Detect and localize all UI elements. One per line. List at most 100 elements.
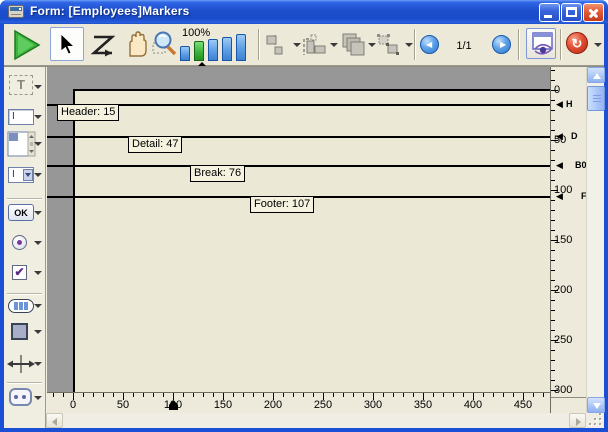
vertical-ruler-end-line bbox=[551, 397, 586, 398]
vertical-ruler: 050100150200250300◀H◀D◀B0◀F bbox=[550, 67, 586, 413]
vertical-scrollbar[interactable] bbox=[586, 67, 604, 414]
marker-label-break[interactable]: Break: 76 bbox=[190, 165, 245, 182]
form-area[interactable] bbox=[73, 89, 550, 392]
palette-buttongrid-tool[interactable] bbox=[4, 299, 45, 325]
v-ruler-tick bbox=[551, 330, 555, 331]
button-tool-dropdown-arrow[interactable] bbox=[34, 211, 42, 215]
splitter-tool-dropdown-arrow[interactable] bbox=[34, 362, 42, 366]
palette-checkbox-tool[interactable]: ✔ bbox=[4, 265, 45, 291]
radio-tool-dropdown-arrow[interactable] bbox=[34, 241, 42, 245]
resize-grip[interactable] bbox=[586, 413, 604, 428]
h-ruler-tick bbox=[263, 393, 264, 397]
v-ruler-tick bbox=[551, 320, 555, 321]
h-ruler-number: 300 bbox=[358, 399, 388, 411]
vertical-scrollbar-thumb[interactable] bbox=[587, 86, 605, 111]
plugin-tool-icon bbox=[9, 388, 32, 406]
h-ruler-tick bbox=[103, 393, 104, 397]
page-indicator: 1/1 bbox=[442, 40, 486, 52]
palette-rectangle-tool[interactable] bbox=[4, 323, 45, 349]
minimize-button[interactable] bbox=[539, 3, 560, 22]
zoom-100-bar-selected[interactable] bbox=[194, 41, 204, 61]
resize-tool-button[interactable] bbox=[376, 33, 402, 57]
rectangle-tool-dropdown-arrow[interactable] bbox=[34, 330, 42, 334]
palette-splitter-tool[interactable] bbox=[4, 355, 45, 381]
palette-listbox-tool[interactable] bbox=[4, 131, 45, 161]
pointer-tool-button[interactable] bbox=[50, 27, 84, 61]
duplicate-layers-tool-button[interactable] bbox=[340, 32, 366, 58]
preview-button[interactable] bbox=[526, 28, 556, 59]
entry-order-tool-button[interactable] bbox=[90, 30, 120, 60]
align-tool-button[interactable] bbox=[265, 33, 289, 57]
plugin-tool-dropdown-arrow[interactable] bbox=[34, 396, 42, 400]
field-tool-icon: I bbox=[8, 109, 34, 125]
distribute-dropdown-arrow[interactable] bbox=[330, 43, 338, 47]
v-ruler-tick bbox=[551, 80, 555, 81]
zoom-400-bar[interactable] bbox=[222, 37, 232, 61]
buttongrid-tool-dropdown-arrow[interactable] bbox=[34, 304, 42, 308]
v-ruler-number: 150 bbox=[554, 234, 572, 246]
field-tool-dropdown-arrow[interactable] bbox=[34, 115, 42, 119]
toolbar: 100% bbox=[4, 24, 604, 66]
pan-hand-tool-button[interactable] bbox=[122, 30, 152, 60]
marker-label-footer[interactable]: Footer: 107 bbox=[250, 196, 314, 213]
resize-dropdown-arrow[interactable] bbox=[405, 43, 413, 47]
h-ruler-tick bbox=[233, 393, 234, 397]
text-tool-dropdown-arrow[interactable] bbox=[34, 85, 42, 89]
palette-separator bbox=[7, 293, 42, 295]
listbox-tool-dropdown-arrow[interactable] bbox=[34, 142, 42, 146]
palette-radio-tool[interactable] bbox=[4, 235, 45, 261]
v-ruler-marker-arrow-footer[interactable]: ◀ bbox=[556, 192, 563, 201]
marker-line-header[interactable] bbox=[47, 104, 550, 106]
marker-label-detail[interactable]: Detail: 47 bbox=[128, 136, 182, 153]
horizontal-scrollbar[interactable] bbox=[46, 413, 586, 428]
marker-line-detail[interactable] bbox=[47, 136, 550, 138]
toolbar-separator bbox=[414, 29, 416, 60]
close-button[interactable] bbox=[583, 3, 604, 22]
scroll-up-button[interactable] bbox=[587, 67, 605, 83]
marker-line-break[interactable] bbox=[47, 165, 550, 167]
palette-combobox-tool[interactable]: I bbox=[4, 167, 45, 193]
v-ruler-marker-tag-header: H bbox=[566, 99, 573, 109]
checkbox-tool-dropdown-arrow[interactable] bbox=[34, 271, 42, 275]
h-ruler-number: 400 bbox=[458, 399, 488, 411]
zoom-50-bar[interactable] bbox=[180, 46, 190, 61]
v-ruler-tick bbox=[551, 310, 555, 311]
h-ruler-tick bbox=[53, 393, 54, 397]
v-ruler-tick bbox=[551, 130, 555, 131]
v-ruler-tick bbox=[551, 70, 555, 71]
v-ruler-tick bbox=[551, 230, 555, 231]
v-ruler-marker-arrow-detail[interactable]: ◀ bbox=[556, 132, 563, 141]
layers-dropdown-arrow[interactable] bbox=[368, 43, 376, 47]
zoom-200-bar[interactable] bbox=[208, 39, 218, 61]
insert-fields-button[interactable]: ↻ bbox=[566, 32, 588, 54]
h-ruler-tick bbox=[163, 393, 164, 397]
minimize-icon bbox=[544, 15, 552, 18]
h-ruler-tick bbox=[503, 393, 504, 397]
h-ruler-tick bbox=[193, 393, 194, 397]
insert-fields-dropdown-arrow[interactable] bbox=[594, 43, 602, 47]
h-ruler-tick bbox=[63, 393, 64, 397]
next-page-icon: ▶ bbox=[500, 41, 506, 49]
palette-plugin-tool[interactable] bbox=[4, 388, 45, 414]
rectangle-tool-icon bbox=[11, 323, 28, 340]
zoom-tool-button[interactable] bbox=[151, 30, 181, 60]
scroll-left-button[interactable] bbox=[46, 413, 63, 428]
combobox-tool-dropdown-arrow[interactable] bbox=[34, 173, 42, 177]
scroll-down-button[interactable] bbox=[587, 397, 605, 413]
previous-page-button[interactable]: ◀ bbox=[420, 35, 439, 54]
scroll-right-button[interactable] bbox=[569, 413, 586, 428]
maximize-button[interactable] bbox=[561, 3, 582, 22]
execute-form-button[interactable] bbox=[13, 30, 41, 60]
distribute-tool-button[interactable] bbox=[302, 33, 326, 57]
text-tool-icon: T bbox=[9, 75, 33, 95]
toolbar-separator bbox=[560, 29, 562, 60]
v-ruler-marker-arrow-header[interactable]: ◀ bbox=[556, 100, 563, 109]
next-page-button[interactable]: ▶ bbox=[492, 35, 511, 54]
marker-label-header[interactable]: Header: 15 bbox=[57, 104, 119, 121]
palette-text-tool[interactable]: T bbox=[4, 75, 45, 101]
form-canvas[interactable]: Header: 15 Detail: 47 Break: 76 Footer: 107 bbox=[47, 67, 550, 392]
v-ruler-marker-arrow-break[interactable]: ◀ bbox=[556, 161, 563, 170]
palette-button-tool[interactable]: OK bbox=[4, 204, 45, 230]
zoom-800-bar[interactable] bbox=[236, 34, 246, 61]
align-dropdown-arrow[interactable] bbox=[293, 43, 301, 47]
